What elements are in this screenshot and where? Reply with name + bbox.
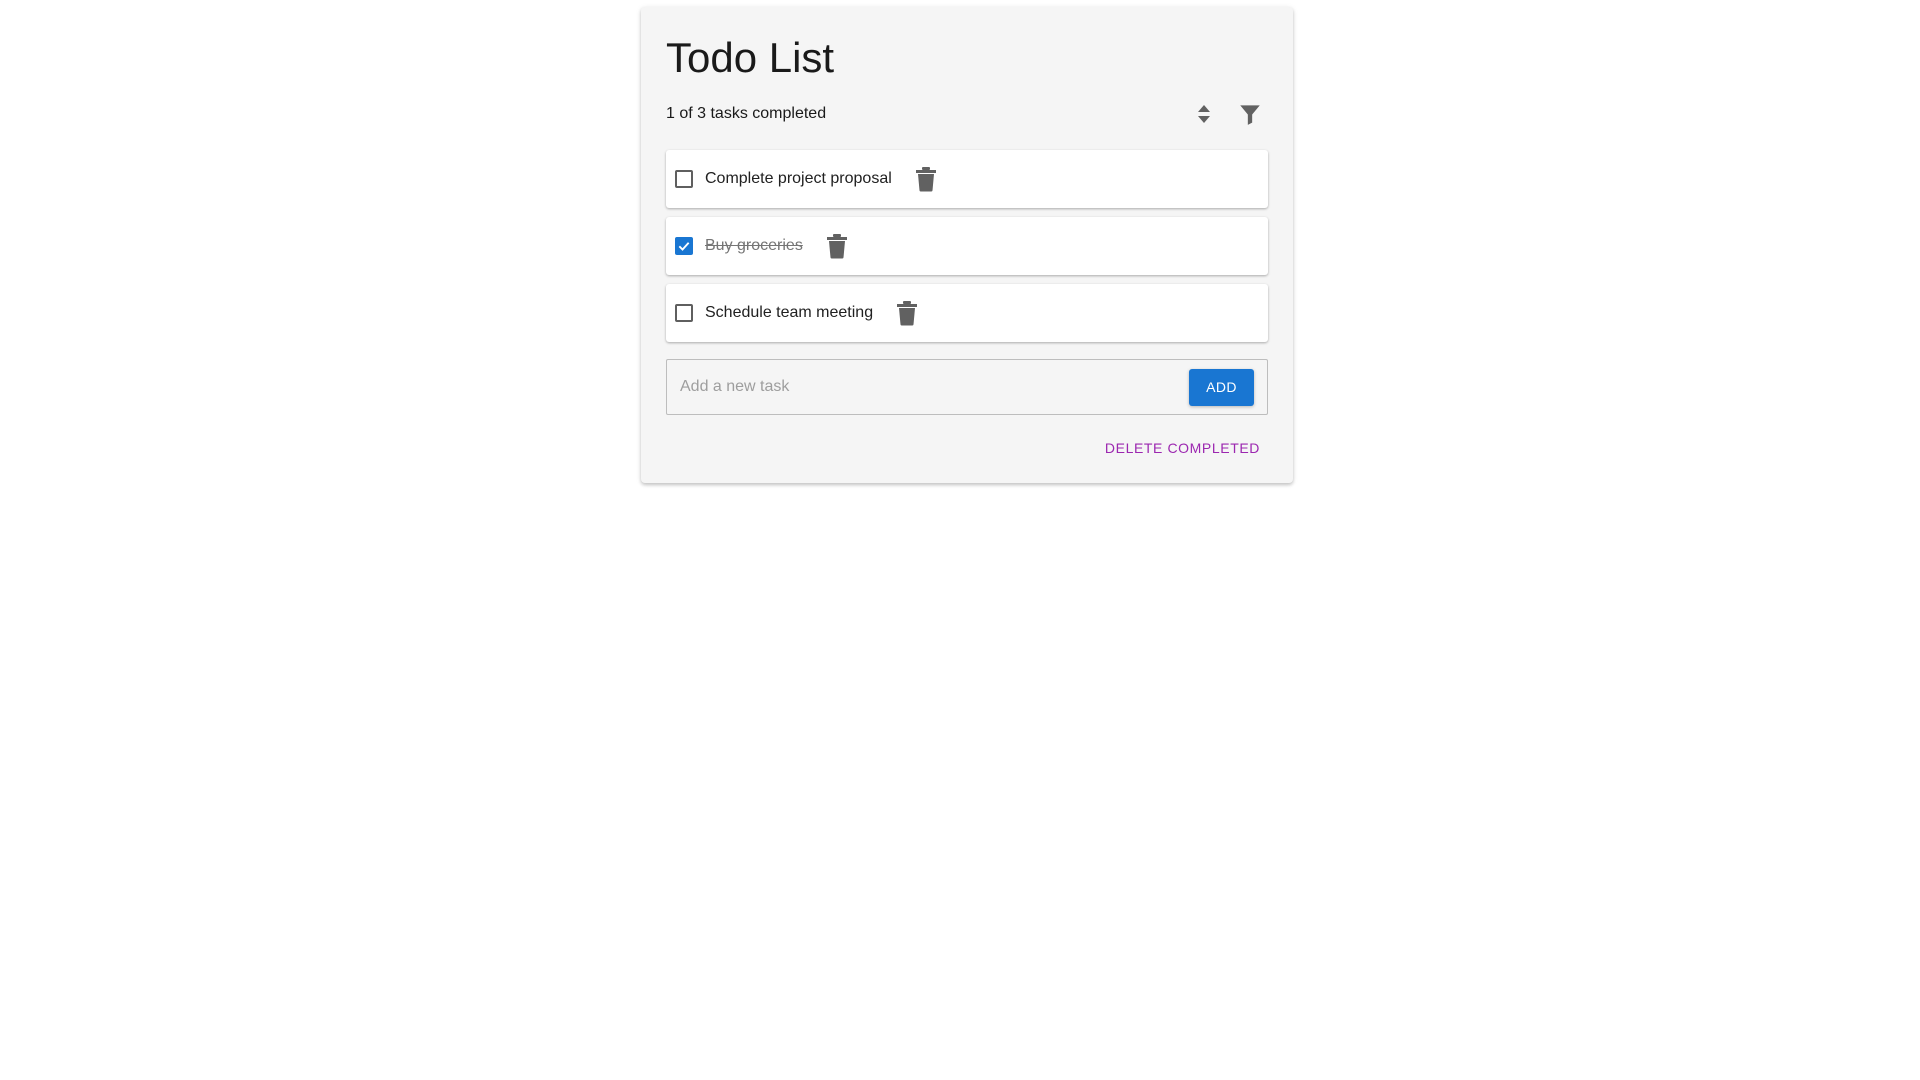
toolbar	[1184, 94, 1270, 134]
delete-task-button[interactable]	[819, 228, 855, 264]
filter-button[interactable]	[1230, 94, 1270, 134]
task-label: Schedule team meeting	[705, 304, 874, 321]
delete-task-button[interactable]	[908, 161, 944, 197]
task-label: Complete project proposal	[705, 170, 892, 187]
task-item: Complete project proposal	[666, 150, 1268, 208]
todo-card: Todo List 1 of 3 tasks completed Complet…	[641, 7, 1293, 483]
task-checkbox[interactable]	[675, 237, 693, 255]
check-icon	[678, 242, 690, 251]
task-item: Buy groceries	[666, 217, 1268, 275]
trash-icon	[897, 301, 918, 326]
completion-summary: 1 of 3 tasks completed	[666, 105, 827, 122]
trash-icon	[915, 167, 936, 192]
task-list: Complete project proposal Buy groceries	[666, 150, 1268, 351]
page-title: Todo List	[666, 34, 835, 81]
delete-task-button[interactable]	[889, 295, 925, 331]
trash-icon	[826, 234, 847, 259]
task-label: Buy groceries	[705, 237, 803, 254]
task-checkbox[interactable]	[675, 304, 693, 322]
task-item: Schedule team meeting	[666, 284, 1268, 342]
sort-button[interactable]	[1184, 94, 1224, 134]
new-task-input[interactable]	[667, 377, 1189, 397]
add-task-button[interactable]: ADD	[1189, 368, 1254, 406]
add-task-form: ADD	[666, 359, 1268, 415]
summary-row: 1 of 3 tasks completed	[666, 94, 1268, 134]
task-checkbox[interactable]	[675, 170, 693, 188]
filter-icon	[1240, 105, 1260, 125]
delete-completed-button[interactable]: DELETE COMPLETED	[1097, 433, 1268, 463]
sort-icon	[1198, 105, 1210, 123]
